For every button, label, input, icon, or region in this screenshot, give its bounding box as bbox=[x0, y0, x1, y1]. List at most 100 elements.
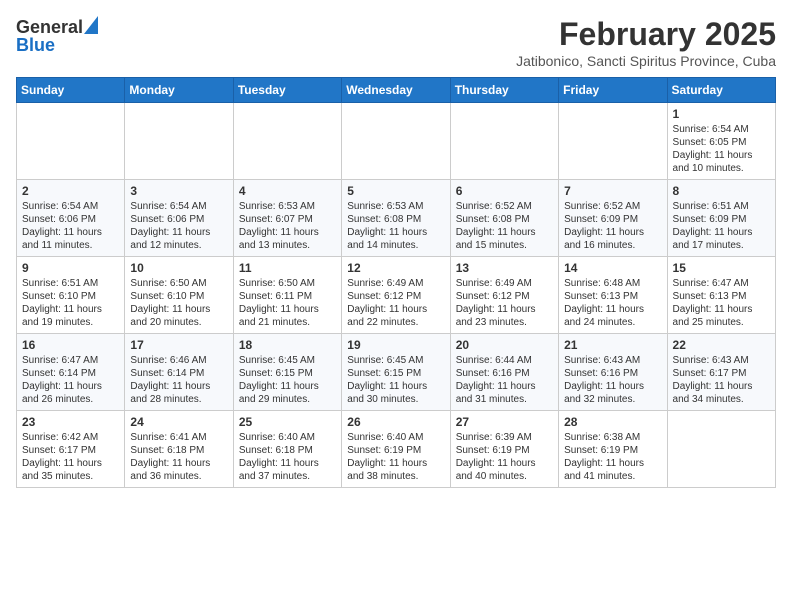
day-info: Sunrise: 6:41 AM Sunset: 6:18 PM Dayligh… bbox=[130, 431, 227, 483]
title-block: February 2025 Jatibonico, Sancti Spiritu… bbox=[516, 16, 776, 69]
calendar-cell: 13Sunrise: 6:49 AM Sunset: 6:12 PM Dayli… bbox=[450, 257, 558, 334]
calendar-week-row: 9 Sunrise: 6:51 AM Sunset: 6:10 PM Daylig… bbox=[17, 257, 776, 334]
day-number: 1 bbox=[673, 107, 770, 121]
calendar-cell bbox=[233, 103, 341, 180]
calendar-table: SundayMondayTuesdayWednesdayThursdayFrid… bbox=[16, 77, 776, 488]
calendar-cell: 1 Sunrise: 6:54 AM Sunset: 6:05 PM Daylig… bbox=[667, 103, 775, 180]
calendar-cell bbox=[17, 103, 125, 180]
day-info: Sunrise: 6:51 AM Sunset: 6:09 PM Dayligh… bbox=[673, 200, 770, 252]
day-info: Sunrise: 6:48 AM Sunset: 6:13 PM Dayligh… bbox=[564, 277, 661, 329]
day-info: Sunrise: 6:54 AM Sunset: 6:06 PM Dayligh… bbox=[22, 200, 119, 252]
day-info: Sunrise: 6:38 AM Sunset: 6:19 PM Dayligh… bbox=[564, 431, 661, 483]
calendar-cell: 7 Sunrise: 6:52 AM Sunset: 6:09 PM Daylig… bbox=[559, 180, 667, 257]
day-info: Sunrise: 6:47 AM Sunset: 6:14 PM Dayligh… bbox=[22, 354, 119, 406]
weekday-header-row: SundayMondayTuesdayWednesdayThursdayFrid… bbox=[17, 78, 776, 103]
day-info: Sunrise: 6:45 AM Sunset: 6:15 PM Dayligh… bbox=[239, 354, 336, 406]
calendar-cell: 19 Sunrise: 6:45 AM Sunset: 6:15 PM Dayli… bbox=[342, 334, 450, 411]
day-info: Sunrise: 6:53 AM Sunset: 6:07 PM Dayligh… bbox=[239, 200, 336, 252]
day-info: Sunrise: 6:53 AM Sunset: 6:08 PM Dayligh… bbox=[347, 200, 444, 252]
day-number: 22 bbox=[673, 338, 770, 352]
day-info: Sunrise: 6:43 AM Sunset: 6:16 PM Dayligh… bbox=[564, 354, 661, 406]
calendar-cell: 14 Sunrise: 6:48 AM Sunset: 6:13 PM Dayli… bbox=[559, 257, 667, 334]
day-number: 8 bbox=[673, 184, 770, 198]
calendar-cell: 8 Sunrise: 6:51 AM Sunset: 6:09 PM Daylig… bbox=[667, 180, 775, 257]
day-number: 12 bbox=[347, 261, 444, 275]
location-subtitle: Jatibonico, Sancti Spiritus Province, Cu… bbox=[516, 53, 776, 69]
month-year-title: February 2025 bbox=[516, 16, 776, 53]
day-number: 16 bbox=[22, 338, 119, 352]
calendar-cell bbox=[125, 103, 233, 180]
calendar-cell bbox=[667, 411, 775, 488]
calendar-cell: 3 Sunrise: 6:54 AM Sunset: 6:06 PM Daylig… bbox=[125, 180, 233, 257]
calendar-cell: 23Sunrise: 6:42 AM Sunset: 6:17 PM Dayli… bbox=[17, 411, 125, 488]
calendar-cell: 18 Sunrise: 6:45 AM Sunset: 6:15 PM Dayli… bbox=[233, 334, 341, 411]
day-number: 24 bbox=[130, 415, 227, 429]
day-number: 17 bbox=[130, 338, 227, 352]
day-info: Sunrise: 6:50 AM Sunset: 6:10 PM Dayligh… bbox=[130, 277, 227, 329]
calendar-cell: 12Sunrise: 6:49 AM Sunset: 6:12 PM Dayli… bbox=[342, 257, 450, 334]
weekday-header-monday: Monday bbox=[125, 78, 233, 103]
day-info: Sunrise: 6:39 AM Sunset: 6:19 PM Dayligh… bbox=[456, 431, 553, 483]
calendar-cell: 24 Sunrise: 6:41 AM Sunset: 6:18 PM Dayli… bbox=[125, 411, 233, 488]
weekday-header-sunday: Sunday bbox=[17, 78, 125, 103]
calendar-week-row: 1 Sunrise: 6:54 AM Sunset: 6:05 PM Daylig… bbox=[17, 103, 776, 180]
day-number: 7 bbox=[564, 184, 661, 198]
logo-blue: Blue bbox=[16, 35, 55, 56]
calendar-header: SundayMondayTuesdayWednesdayThursdayFrid… bbox=[17, 78, 776, 103]
day-info: Sunrise: 6:49 AM Sunset: 6:12 PM Dayligh… bbox=[456, 277, 553, 329]
calendar-cell: 5 Sunrise: 6:53 AM Sunset: 6:08 PM Daylig… bbox=[342, 180, 450, 257]
logo-triangle-icon bbox=[84, 16, 98, 34]
calendar-cell: 28 Sunrise: 6:38 AM Sunset: 6:19 PM Dayli… bbox=[559, 411, 667, 488]
calendar-cell bbox=[342, 103, 450, 180]
calendar-cell: 11Sunrise: 6:50 AM Sunset: 6:11 PM Dayli… bbox=[233, 257, 341, 334]
calendar-week-row: 16 Sunrise: 6:47 AM Sunset: 6:14 PM Dayli… bbox=[17, 334, 776, 411]
calendar-cell: 9 Sunrise: 6:51 AM Sunset: 6:10 PM Daylig… bbox=[17, 257, 125, 334]
day-info: Sunrise: 6:52 AM Sunset: 6:09 PM Dayligh… bbox=[564, 200, 661, 252]
day-number: 27 bbox=[456, 415, 553, 429]
day-number: 14 bbox=[564, 261, 661, 275]
day-number: 15 bbox=[673, 261, 770, 275]
day-number: 19 bbox=[347, 338, 444, 352]
day-number: 10 bbox=[130, 261, 227, 275]
day-info: Sunrise: 6:45 AM Sunset: 6:15 PM Dayligh… bbox=[347, 354, 444, 406]
day-number: 28 bbox=[564, 415, 661, 429]
day-info: Sunrise: 6:44 AM Sunset: 6:16 PM Dayligh… bbox=[456, 354, 553, 406]
day-info: Sunrise: 6:46 AM Sunset: 6:14 PM Dayligh… bbox=[130, 354, 227, 406]
day-number: 5 bbox=[347, 184, 444, 198]
weekday-header-wednesday: Wednesday bbox=[342, 78, 450, 103]
day-info: Sunrise: 6:50 AM Sunset: 6:11 PM Dayligh… bbox=[239, 277, 336, 329]
day-info: Sunrise: 6:54 AM Sunset: 6:05 PM Dayligh… bbox=[673, 123, 770, 175]
day-info: Sunrise: 6:47 AM Sunset: 6:13 PM Dayligh… bbox=[673, 277, 770, 329]
weekday-header-tuesday: Tuesday bbox=[233, 78, 341, 103]
page-header: General Blue February 2025 Jatibonico, S… bbox=[16, 16, 776, 69]
day-info: Sunrise: 6:43 AM Sunset: 6:17 PM Dayligh… bbox=[673, 354, 770, 406]
day-number: 9 bbox=[22, 261, 119, 275]
weekday-header-thursday: Thursday bbox=[450, 78, 558, 103]
calendar-cell: 16 Sunrise: 6:47 AM Sunset: 6:14 PM Dayli… bbox=[17, 334, 125, 411]
day-number: 6 bbox=[456, 184, 553, 198]
calendar-cell: 25 Sunrise: 6:40 AM Sunset: 6:18 PM Dayli… bbox=[233, 411, 341, 488]
calendar-cell bbox=[559, 103, 667, 180]
calendar-cell: 17 Sunrise: 6:46 AM Sunset: 6:14 PM Dayli… bbox=[125, 334, 233, 411]
day-number: 4 bbox=[239, 184, 336, 198]
day-number: 25 bbox=[239, 415, 336, 429]
weekday-header-friday: Friday bbox=[559, 78, 667, 103]
day-number: 18 bbox=[239, 338, 336, 352]
day-info: Sunrise: 6:40 AM Sunset: 6:18 PM Dayligh… bbox=[239, 431, 336, 483]
calendar-cell: 20 Sunrise: 6:44 AM Sunset: 6:16 PM Dayli… bbox=[450, 334, 558, 411]
calendar-week-row: 2 Sunrise: 6:54 AM Sunset: 6:06 PM Daylig… bbox=[17, 180, 776, 257]
day-number: 3 bbox=[130, 184, 227, 198]
weekday-header-saturday: Saturday bbox=[667, 78, 775, 103]
day-info: Sunrise: 6:51 AM Sunset: 6:10 PM Dayligh… bbox=[22, 277, 119, 329]
day-number: 20 bbox=[456, 338, 553, 352]
calendar-cell: 22 Sunrise: 6:43 AM Sunset: 6:17 PM Dayli… bbox=[667, 334, 775, 411]
calendar-week-row: 23Sunrise: 6:42 AM Sunset: 6:17 PM Dayli… bbox=[17, 411, 776, 488]
calendar-cell: 27 Sunrise: 6:39 AM Sunset: 6:19 PM Dayli… bbox=[450, 411, 558, 488]
day-number: 2 bbox=[22, 184, 119, 198]
calendar-cell: 21Sunrise: 6:43 AM Sunset: 6:16 PM Dayli… bbox=[559, 334, 667, 411]
calendar-cell: 10 Sunrise: 6:50 AM Sunset: 6:10 PM Dayli… bbox=[125, 257, 233, 334]
day-number: 26 bbox=[347, 415, 444, 429]
day-info: Sunrise: 6:54 AM Sunset: 6:06 PM Dayligh… bbox=[130, 200, 227, 252]
calendar-cell: 6Sunrise: 6:52 AM Sunset: 6:08 PM Daylig… bbox=[450, 180, 558, 257]
calendar-cell: 26Sunrise: 6:40 AM Sunset: 6:19 PM Dayli… bbox=[342, 411, 450, 488]
